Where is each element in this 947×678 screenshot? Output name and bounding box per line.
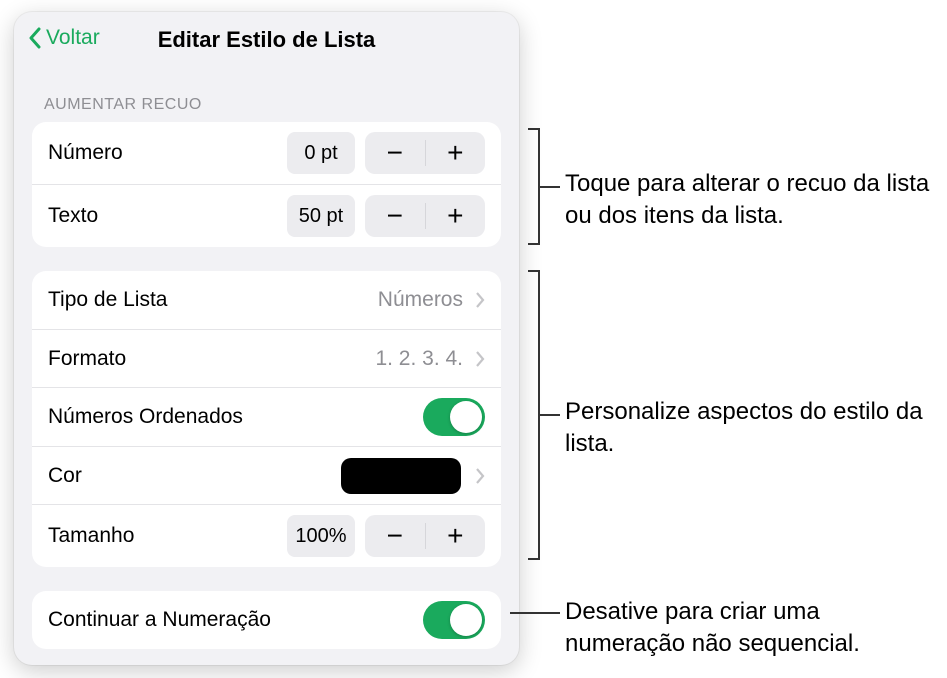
row-ordered-numbers: Números Ordenados: [32, 387, 501, 446]
switch-continue[interactable]: [423, 601, 485, 639]
label-color: Cor: [48, 464, 341, 488]
label-format: Formato: [48, 347, 375, 371]
stepper-number-decrease[interactable]: −: [365, 132, 425, 174]
continue-group: Continuar a Numeração: [32, 591, 501, 649]
style-group: Tipo de Lista Números Formato 1. 2. 3. 4…: [32, 271, 501, 567]
row-continue-numbering: Continuar a Numeração: [32, 591, 501, 649]
chevron-right-icon: [475, 351, 485, 367]
callout-line-2: [540, 414, 560, 416]
indent-group: Número 0 pt − + Texto 50 pt − +: [32, 122, 501, 247]
stepper-text-decrease[interactable]: −: [365, 195, 425, 237]
chevron-left-icon: [28, 27, 42, 49]
label-ordered: Números Ordenados: [48, 405, 423, 429]
switch-ordered[interactable]: [423, 398, 485, 436]
stepper-size: − +: [365, 515, 485, 557]
stepper-text-increase[interactable]: +: [426, 195, 486, 237]
callout-text-1: Toque para alterar o recuo da lista ou d…: [565, 168, 945, 233]
switch-knob: [450, 604, 482, 636]
row-format[interactable]: Formato 1. 2. 3. 4.: [32, 329, 501, 387]
back-label: Voltar: [46, 26, 100, 50]
callout-text-3: Desative para criar uma numeração não se…: [565, 596, 945, 661]
value-list-type: Números: [378, 288, 463, 312]
chevron-right-icon: [475, 292, 485, 308]
list-style-popover: Voltar Editar Estilo de Lista Aumentar R…: [14, 12, 519, 665]
row-number-indent: Número 0 pt − +: [32, 122, 501, 184]
popover-header: Voltar Editar Estilo de Lista: [14, 12, 519, 68]
callout-line-1: [540, 186, 560, 188]
label-continue: Continuar a Numeração: [48, 608, 423, 632]
stepper-size-decrease[interactable]: −: [365, 515, 425, 557]
popover-title: Editar Estilo de Lista: [158, 27, 376, 53]
label-list-type: Tipo de Lista: [48, 288, 378, 312]
stepper-size-increase[interactable]: +: [426, 515, 486, 557]
callout-text-2: Personalize aspectos do estilo da lista.: [565, 396, 945, 461]
row-color[interactable]: Cor: [32, 446, 501, 504]
label-size: Tamanho: [48, 524, 287, 548]
section-header-indent: Aumentar Recuo: [14, 68, 519, 122]
value-text: 50 pt: [287, 195, 355, 237]
row-list-type[interactable]: Tipo de Lista Números: [32, 271, 501, 329]
callout-line-3: [510, 612, 560, 614]
row-size: Tamanho 100% − +: [32, 504, 501, 567]
color-chip: [341, 458, 461, 494]
stepper-number-increase[interactable]: +: [426, 132, 486, 174]
label-number: Número: [48, 141, 287, 165]
stepper-number: − +: [365, 132, 485, 174]
value-size: 100%: [287, 515, 355, 557]
chevron-right-icon: [475, 468, 485, 484]
value-format: 1. 2. 3. 4.: [375, 347, 463, 371]
value-number: 0 pt: [287, 132, 355, 174]
label-text: Texto: [48, 204, 287, 228]
switch-knob: [450, 401, 482, 433]
row-text-indent: Texto 50 pt − +: [32, 184, 501, 247]
stepper-text: − +: [365, 195, 485, 237]
back-button[interactable]: Voltar: [28, 26, 100, 50]
